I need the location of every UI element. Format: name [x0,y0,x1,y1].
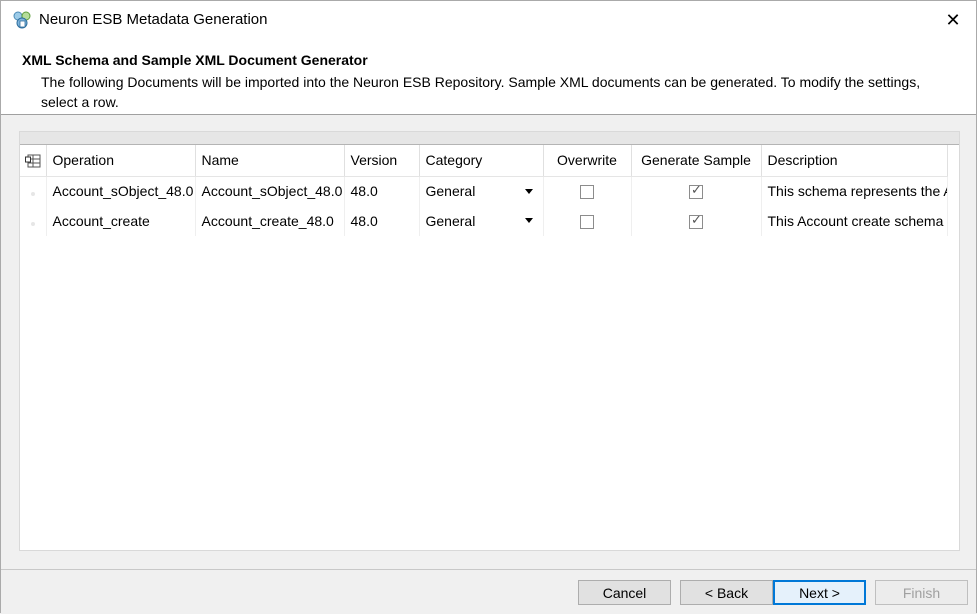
name-cell[interactable]: Account_sObject_48.0 [195,176,345,206]
row-marker-icon [30,222,35,226]
page-title: XML Schema and Sample XML Document Gener… [22,52,368,68]
wizard-footer: Cancel < Back Next > Finish [1,569,976,614]
wizard-window: Neuron ESB Metadata Generation ✕ XML Sch… [0,0,977,614]
column-header-version[interactable]: Version [344,145,420,177]
grid-header-row: Operation Name Version Category Overwrit… [20,145,948,177]
category-dropdown[interactable]: General [419,206,544,236]
overwrite-cell [543,176,632,206]
dropdown-arrow-icon[interactable] [524,188,533,194]
column-header-generate-sample[interactable]: Generate Sample [631,145,762,177]
name-cell[interactable]: Account_create_48.0 [195,206,345,236]
grid-top-bar [20,132,959,145]
title-bar: Neuron ESB Metadata Generation ✕ [1,1,976,39]
category-dropdown[interactable]: General [419,176,544,206]
next-button[interactable]: Next > [773,580,866,605]
window-title: Neuron ESB Metadata Generation [39,11,268,28]
column-header-description[interactable]: Description [761,145,948,177]
row-selector[interactable] [20,176,47,206]
finish-button[interactable]: Finish [875,580,968,605]
column-header-category[interactable]: Category [419,145,544,177]
category-value: General [425,213,476,229]
row-selector[interactable] [20,206,47,236]
cancel-button[interactable]: Cancel [578,580,671,605]
overwrite-cell [543,206,632,236]
description-cell[interactable]: This schema represents the Account sObje… [761,176,948,206]
wizard-header: XML Schema and Sample XML Document Gener… [1,39,976,115]
page-description: The following Documents will be imported… [41,74,921,110]
table-row[interactable]: Account_sObject_48.0 Account_sObject_48.… [20,176,948,206]
category-value: General [425,183,476,200]
overwrite-checkbox[interactable] [580,185,594,200]
generate-sample-checkbox[interactable] [689,183,703,200]
column-header-operation[interactable]: Operation [46,145,196,177]
close-button[interactable]: ✕ [930,1,976,39]
column-header-name[interactable]: Name [195,145,345,177]
table-row[interactable]: Account_create Account_create_48.0 48.0 … [20,206,948,236]
select-all-header[interactable] [20,145,47,177]
description-cell[interactable]: This Account create schema was generated [761,206,948,236]
operation-cell[interactable]: Account_sObject_48.0 [46,176,196,206]
documents-grid-panel: Operation Name Version Category Overwrit… [19,131,960,551]
documents-grid: Operation Name Version Category Overwrit… [20,145,948,236]
generate-sample-cell [631,176,762,206]
dropdown-arrow-icon[interactable] [524,218,533,223]
grid-select-all-icon [24,154,41,168]
close-icon: ✕ [945,9,961,30]
back-button[interactable]: < Back [680,580,773,605]
operation-cell[interactable]: Account_create [46,206,196,236]
row-marker-icon [30,192,35,197]
generate-sample-checkbox[interactable] [689,213,703,230]
column-header-overwrite[interactable]: Overwrite [543,145,632,177]
neuron-app-icon [13,11,31,29]
version-cell[interactable]: 48.0 [344,206,420,236]
overwrite-checkbox[interactable] [580,215,594,230]
version-cell[interactable]: 48.0 [344,176,420,206]
generate-sample-cell [631,206,762,236]
